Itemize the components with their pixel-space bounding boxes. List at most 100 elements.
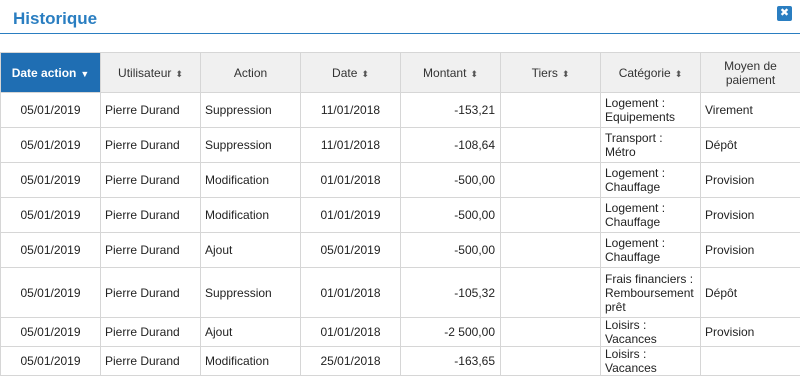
cell-amount: -500,00 [401,198,501,233]
cell-amount: -105,32 [401,268,501,318]
column-label: Utilisateur [118,66,171,80]
cell-action: Suppression [201,268,301,318]
sort-icon[interactable]: ⬍ [175,69,183,79]
cell-tiers [501,318,601,347]
table-row[interactable]: 05/01/2019Pierre DurandModification01/01… [1,163,800,198]
cell-action: Ajout [201,318,301,347]
header-divider [0,33,800,34]
cell-tiers [501,233,601,268]
cell-tiers [501,128,601,163]
table-row[interactable]: 05/01/2019Pierre DurandSuppression01/01/… [1,268,800,318]
header-action[interactable]: Action [201,53,301,93]
table-row[interactable]: 05/01/2019Pierre DurandModification25/01… [1,347,800,376]
cell-category: Logement : Chauffage [601,163,701,198]
column-label: Date action [12,66,77,80]
cell-tiers [501,268,601,318]
cell-category: Loisirs : Vacances [601,347,701,376]
cell-category: Logement : Equipements [601,93,701,128]
header-montant[interactable]: Montant ⬍ [401,53,501,93]
cell-date-action: 05/01/2019 [1,198,101,233]
cell-user: Pierre Durand [101,198,201,233]
dialog-header: Historique ✖ [0,0,800,34]
cell-action: Modification [201,347,301,376]
cell-action: Suppression [201,93,301,128]
table-row[interactable]: 05/01/2019Pierre DurandSuppression11/01/… [1,128,800,163]
dialog-title: Historique [13,9,97,29]
cell-date-action: 05/01/2019 [1,347,101,376]
cell-user: Pierre Durand [101,268,201,318]
cell-category: Logement : Chauffage [601,233,701,268]
cell-tiers [501,198,601,233]
column-label: Date [332,66,357,80]
column-label: Moyen de paiement [724,59,777,87]
cell-payment: Provision [701,163,800,198]
cell-payment: Provision [701,198,800,233]
cell-date: 01/01/2018 [301,268,401,318]
cell-tiers [501,163,601,198]
cell-category: Logement : Chauffage [601,198,701,233]
cell-date-action: 05/01/2019 [1,163,101,198]
cell-tiers [501,93,601,128]
cell-user: Pierre Durand [101,128,201,163]
column-label: Tiers [532,66,558,80]
cell-date: 01/01/2018 [301,318,401,347]
cell-amount: -2 500,00 [401,318,501,347]
header-tiers[interactable]: Tiers ⬍ [501,53,601,93]
cell-tiers [501,347,601,376]
cell-date-action: 05/01/2019 [1,268,101,318]
column-label: Action [234,66,267,80]
table-row[interactable]: 05/01/2019Pierre DurandAjout05/01/2019-5… [1,233,800,268]
header-categorie[interactable]: Catégorie ⬍ [601,53,701,93]
cell-amount: -153,21 [401,93,501,128]
cell-date: 25/01/2018 [301,347,401,376]
header-date-action[interactable]: Date action▼ [1,53,101,93]
cell-amount: -108,64 [401,128,501,163]
cell-date: 01/01/2018 [301,163,401,198]
cell-action: Modification [201,163,301,198]
cell-date-action: 05/01/2019 [1,128,101,163]
cell-category: Frais financiers : Remboursement prêt [601,268,701,318]
history-table: Date action▼Utilisateur⬍ActionDate⬍Monta… [0,52,800,376]
cell-user: Pierre Durand [101,318,201,347]
cell-category: Transport : Métro [601,128,701,163]
table-row[interactable]: 05/01/2019Pierre DurandAjout01/01/2018-2… [1,318,800,347]
table-row[interactable]: 05/01/2019Pierre DurandSuppression11/01/… [1,93,800,128]
cell-payment: Dépôt [701,268,800,318]
table-body: 05/01/2019Pierre DurandSuppression11/01/… [1,93,800,376]
column-label: Montant [423,66,466,80]
cell-action: Suppression [201,128,301,163]
cell-amount: -500,00 [401,163,501,198]
cell-date: 11/01/2018 [301,128,401,163]
cell-date-action: 05/01/2019 [1,233,101,268]
cell-payment: Provision [701,233,800,268]
cell-user: Pierre Durand [101,163,201,198]
table-header-row: Date action▼Utilisateur⬍ActionDate⬍Monta… [1,53,800,93]
cell-payment [701,347,800,376]
cell-user: Pierre Durand [101,347,201,376]
header-moyen-paiement[interactable]: Moyen de paiement [701,53,800,93]
close-icon[interactable]: ✖ [777,6,792,21]
header-utilisateur[interactable]: Utilisateur ⬍ [101,53,201,93]
cell-date: 11/01/2018 [301,93,401,128]
cell-date: 05/01/2019 [301,233,401,268]
sort-icon[interactable]: ⬍ [470,69,478,79]
cell-user: Pierre Durand [101,233,201,268]
cell-action: Ajout [201,233,301,268]
cell-user: Pierre Durand [101,93,201,128]
cell-amount: -500,00 [401,233,501,268]
cell-payment: Virement [701,93,800,128]
cell-payment: Dépôt [701,128,800,163]
sort-icon[interactable]: ⬍ [562,69,570,79]
table-row[interactable]: 05/01/2019Pierre DurandModification01/01… [1,198,800,233]
sort-icon[interactable]: ⬍ [675,69,683,79]
sort-icon[interactable]: ⬍ [361,69,369,79]
cell-date-action: 05/01/2019 [1,318,101,347]
cell-amount: -163,65 [401,347,501,376]
cell-date-action: 05/01/2019 [1,93,101,128]
column-label: Catégorie [619,66,671,80]
header-date[interactable]: Date ⬍ [301,53,401,93]
sort-desc-icon[interactable]: ▼ [80,69,89,79]
cell-action: Modification [201,198,301,233]
cell-category: Loisirs : Vacances [601,318,701,347]
cell-payment: Provision [701,318,800,347]
